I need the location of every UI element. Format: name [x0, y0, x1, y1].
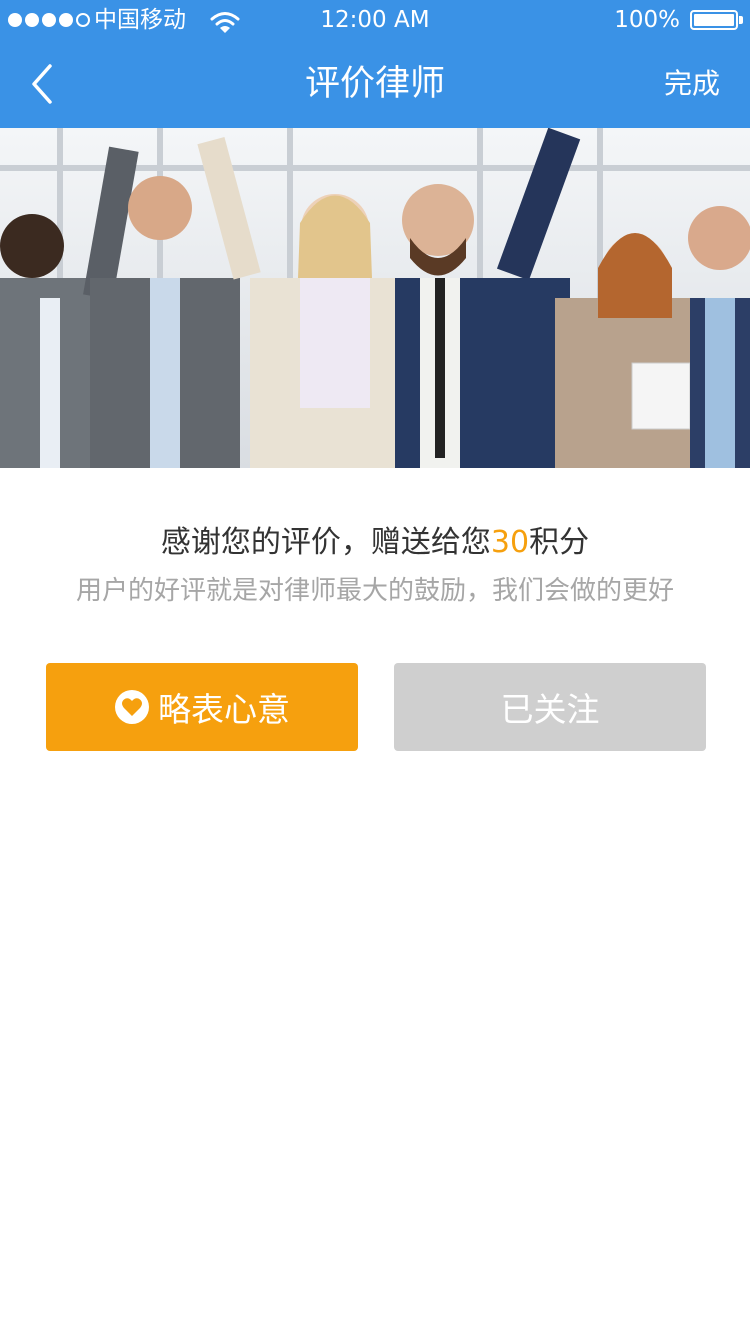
tip-button[interactable]: 略表心意 — [46, 663, 358, 751]
follow-button[interactable]: 已关注 — [394, 663, 706, 751]
encouragement-text: 用户的好评就是对律师最大的鼓励，我们会做的更好 — [75, 576, 674, 606]
points-value: 30 — [490, 525, 530, 560]
follow-label: 已关注 — [500, 690, 600, 729]
thanks-message: 感谢您的评价，赠送给您30积分 — [0, 520, 750, 566]
tip-label: 略表心意 — [158, 690, 290, 729]
nav-bar: 评价律师 完成 — [0, 40, 750, 128]
battery-tip — [739, 16, 743, 24]
page-title: 评价律师 — [304, 64, 445, 104]
heart-icon — [114, 689, 150, 725]
thanks-suffix: 积分 — [529, 525, 590, 560]
thanks-prefix: 感谢您的评价，赠送给您 — [160, 525, 491, 560]
team-celebration-photo — [0, 128, 750, 468]
done-button[interactable]: 完成 — [664, 40, 720, 128]
banner-image — [0, 128, 750, 468]
top-bar: 中国移动 12:00 AM 100% 评价律师 完成 — [0, 0, 750, 128]
status-bar: 中国移动 12:00 AM 100% — [0, 0, 750, 40]
battery-icon — [690, 10, 738, 30]
battery-percent: 100% — [614, 7, 680, 33]
